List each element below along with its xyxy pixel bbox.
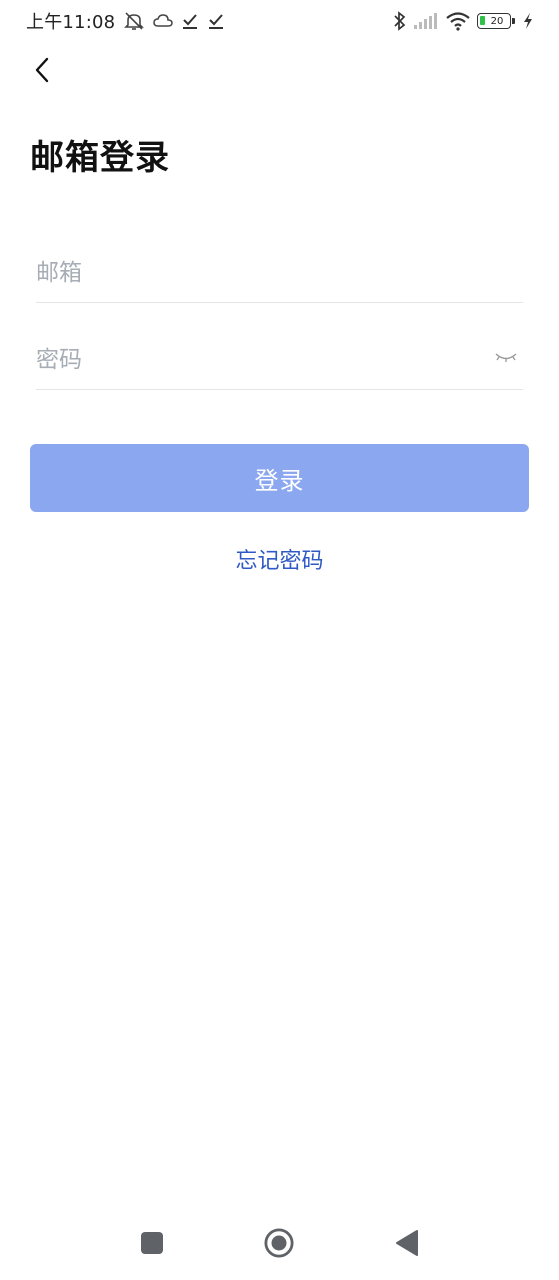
forgot-password-link[interactable]: 忘记密码	[0, 543, 559, 575]
login-screen: 上午11:08 20 邮箱登录 邮箱 登录 忘记密码	[0, 0, 559, 1280]
circle-icon	[264, 1228, 294, 1258]
password-input[interactable]	[36, 330, 523, 389]
page-title: 邮箱登录	[30, 138, 170, 178]
email-field-container	[36, 243, 523, 303]
square-icon	[141, 1232, 163, 1254]
download-done-icon	[207, 12, 225, 30]
signal-icon	[413, 12, 439, 30]
charging-bolt-icon	[523, 12, 533, 30]
status-time: 上午11:08	[26, 12, 116, 33]
bluetooth-icon	[393, 11, 407, 31]
system-nav-bar	[0, 1210, 559, 1276]
status-bar-right: 20	[393, 11, 533, 31]
back-button[interactable]	[24, 52, 60, 88]
status-bar-left: 上午11:08	[26, 8, 225, 34]
cloud-icon	[153, 13, 174, 29]
password-visibility-toggle[interactable]	[493, 348, 519, 368]
wifi-icon	[445, 11, 471, 31]
bell-muted-icon	[123, 11, 145, 31]
nav-recent-button[interactable]	[137, 1228, 167, 1258]
eye-closed-icon	[495, 353, 517, 362]
login-button[interactable]: 登录	[30, 444, 529, 512]
battery-icon: 20	[477, 13, 515, 29]
battery-level: 20	[490, 15, 504, 27]
nav-home-button[interactable]	[264, 1228, 294, 1258]
triangle-left-icon	[396, 1230, 418, 1256]
nav-back-button[interactable]	[392, 1228, 422, 1258]
chevron-left-icon	[35, 57, 49, 83]
email-input[interactable]	[36, 243, 523, 302]
password-field-container	[36, 330, 523, 390]
download-done-icon	[181, 12, 199, 30]
status-bar: 上午11:08 20	[0, 0, 559, 42]
